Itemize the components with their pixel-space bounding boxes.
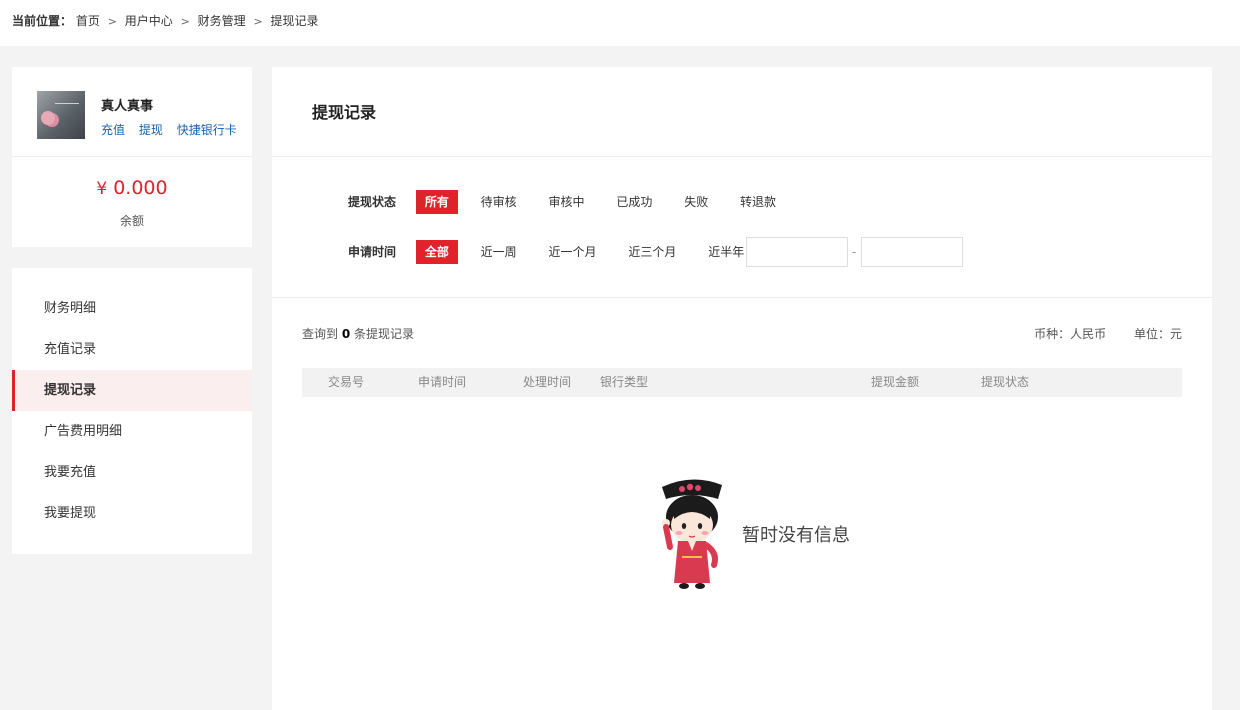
- user-links: 充值 提现 快捷银行卡: [101, 121, 247, 138]
- breadcrumb: 当前位置： 首页 > 用户中心 > 财务管理 > 提现记录: [12, 12, 319, 29]
- balance-label: 余额: [119, 214, 144, 228]
- top-bar: 当前位置： 首页 > 用户中心 > 财务管理 > 提现记录: [0, 0, 1240, 46]
- result-count-value: 0: [341, 327, 351, 341]
- empty-state-text: 暂时没有信息: [742, 525, 850, 546]
- time-option-week[interactable]: 近一周: [472, 240, 526, 264]
- breadcrumb-label: 当前位置：: [12, 14, 73, 28]
- breadcrumb-separator: >: [253, 15, 263, 28]
- time-option-three-months[interactable]: 近三个月: [619, 240, 685, 264]
- sidebar-item-withdraw-records[interactable]: 提现记录: [12, 370, 252, 411]
- breadcrumb-user-center[interactable]: 用户中心: [125, 14, 173, 28]
- result-suffix: 条提现记录: [354, 327, 415, 341]
- balance-amount: ¥0.000: [12, 177, 252, 199]
- status-option-reviewing[interactable]: 审核中: [540, 190, 594, 214]
- breadcrumb-finance[interactable]: 财务管理: [198, 14, 246, 28]
- sidebar-item-recharge[interactable]: 我要充值: [12, 452, 252, 493]
- date-range-separator: -: [852, 245, 857, 259]
- status-filter: 提现状态 所有 待审核 审核中 已成功 失败 转退款: [348, 190, 795, 214]
- user-card-divider: [12, 156, 252, 157]
- column-header-bank-type: 银行类型: [600, 375, 649, 389]
- main-panel: 提现记录 提现状态 所有 待审核 审核中 已成功 失败 转退款 申请时间 全部 …: [272, 67, 1212, 710]
- time-filter-label: 申请时间: [348, 245, 397, 259]
- column-header-process-time: 处理时间: [523, 375, 572, 389]
- status-option-failed[interactable]: 失败: [675, 190, 717, 214]
- column-header-apply-time: 申请时间: [418, 375, 467, 389]
- balance-value: 0.000: [113, 177, 168, 199]
- start-date-input[interactable]: [746, 237, 848, 267]
- currency-unit-info: 币种：人民币 单位：元: [1010, 325, 1182, 342]
- status-option-all[interactable]: 所有: [415, 190, 458, 214]
- avatar-decoration: [55, 103, 79, 104]
- sidebar-item-finance-detail[interactable]: 财务明细: [12, 288, 252, 329]
- status-option-pending[interactable]: 待审核: [472, 190, 526, 214]
- time-option-all[interactable]: 全部: [415, 240, 458, 264]
- withdraw-link[interactable]: 提现: [139, 123, 163, 137]
- filter-divider: [272, 297, 1212, 298]
- sidebar-item-withdraw[interactable]: 我要提现: [12, 493, 252, 534]
- sidebar-menu: 财务明细 充值记录 提现记录 广告费用明细 我要充值 我要提现: [12, 268, 252, 554]
- column-header-status: 提现状态: [981, 375, 1030, 389]
- end-date-input[interactable]: [861, 237, 963, 267]
- column-header-amount: 提现金额: [871, 375, 920, 389]
- user-name: 真人真事: [101, 99, 154, 114]
- time-filter: 申请时间 全部 近一周 近一个月 近三个月 近半年: [348, 240, 763, 264]
- result-prefix: 查询到: [302, 327, 339, 341]
- avatar-flower-image: [41, 111, 55, 125]
- column-header-transaction-no: 交易号: [328, 375, 365, 389]
- time-option-month[interactable]: 近一个月: [540, 240, 606, 264]
- breadcrumb-home[interactable]: 首页: [76, 14, 100, 28]
- result-count: 查询到 0 条提现记录: [302, 325, 414, 342]
- breadcrumb-current: 提现记录: [270, 14, 319, 28]
- avatar[interactable]: [37, 91, 85, 139]
- sidebar-item-recharge-records[interactable]: 充值记录: [12, 329, 252, 370]
- breadcrumb-separator: >: [180, 15, 190, 28]
- empty-mascot-icon: [662, 479, 722, 589]
- quick-bank-card-link[interactable]: 快捷银行卡: [177, 123, 237, 137]
- recharge-link[interactable]: 充值: [101, 123, 125, 137]
- page-title: 提现记录: [312, 103, 377, 122]
- sidebar-item-ad-fee-detail[interactable]: 广告费用明细: [12, 411, 252, 452]
- currency-info: 币种：人民币: [1034, 327, 1107, 341]
- unit-info: 单位：元: [1133, 327, 1182, 341]
- currency-symbol: ¥: [96, 179, 108, 199]
- status-filter-label: 提现状态: [348, 195, 397, 209]
- status-option-refund[interactable]: 转退款: [731, 190, 785, 214]
- breadcrumb-separator: >: [107, 15, 117, 28]
- title-divider: [272, 156, 1212, 157]
- table-header: 交易号 申请时间 处理时间 银行类型 提现金额 提现状态: [302, 368, 1182, 397]
- status-option-success[interactable]: 已成功: [607, 190, 661, 214]
- user-card: 真人真事 充值 提现 快捷银行卡 ¥0.000 余额: [12, 67, 252, 247]
